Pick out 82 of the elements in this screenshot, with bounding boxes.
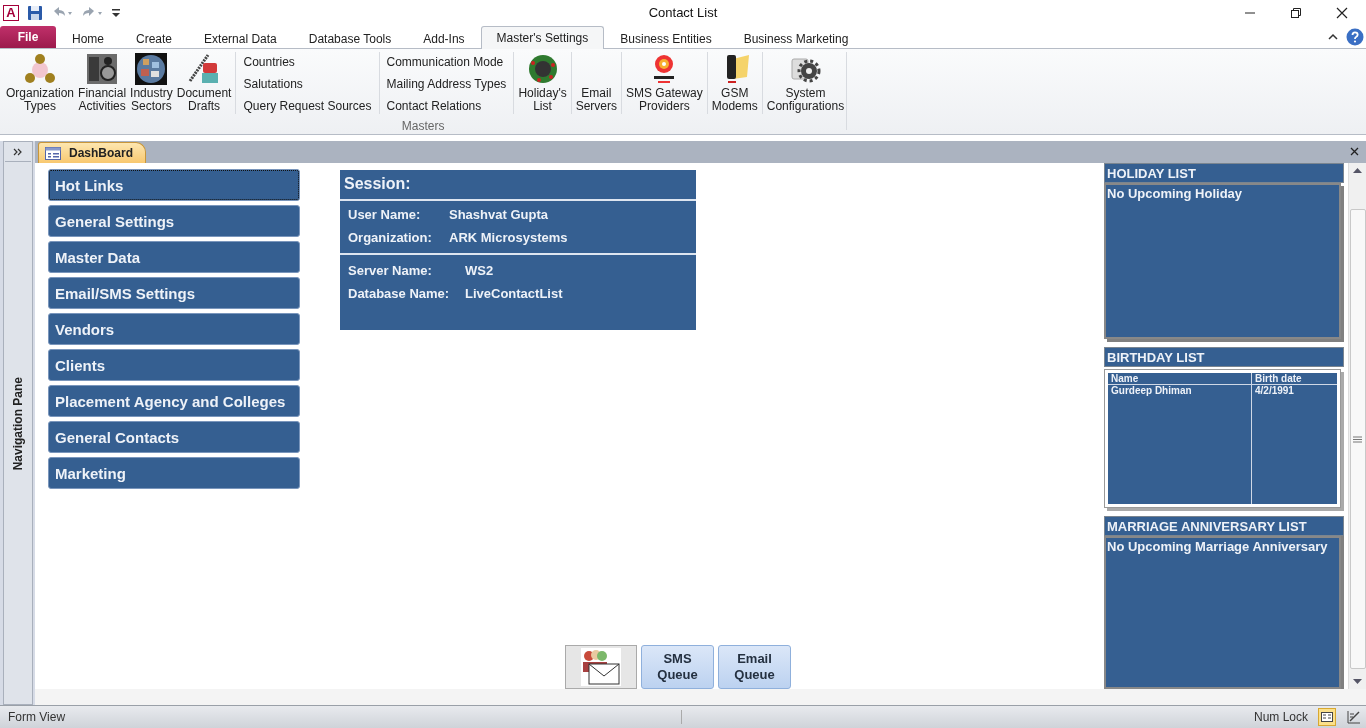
customize-icon[interactable] [111,6,121,19]
ribbon-button[interactable]: Holiday's List [516,49,569,117]
ribbon-button[interactable]: Salutations [243,73,372,95]
nav-button[interactable]: Marketing [48,457,300,489]
minimize-ribbon-icon[interactable] [1328,33,1338,41]
globe-collage-icon [135,53,168,85]
ribbon-button[interactable]: Mailing Address Types [386,73,507,95]
design-view-icon[interactable] [1346,709,1362,725]
empty-message: No Upcoming Marriage Anniversary [1107,539,1328,554]
field-label: Server Name: [348,263,433,278]
ribbon-tab[interactable]: Database Tools [292,27,408,49]
restore-icon[interactable] [1290,6,1302,19]
ribbon-button[interactable]: Document Drafts [174,49,234,117]
ribbon-tab[interactable]: External Data [188,27,293,49]
nav-button[interactable]: General Contacts [48,421,300,453]
save-icon[interactable] [27,4,43,21]
field-value: Shashvat Gupta [449,207,548,222]
ribbon-button[interactable]: Industry Sectors [128,49,175,117]
ribbon-button[interactable]: GSM Modems [709,49,760,117]
nav-button[interactable]: General Settings [48,205,300,237]
ribbon-button[interactable]: Countries [243,51,372,73]
ribbon-button[interactable]: SMS Gateway Providers [624,49,705,117]
nav-button[interactable]: Hot Links [48,169,300,201]
table-cell: Gurdeep Dhiman [1108,385,1252,396]
table-cell-text: 4/2/1991 [1254,385,1295,396]
ribbon-tab[interactable]: Create [120,27,189,49]
empty-message: No Upcoming Holiday [1107,186,1243,201]
form-icon [45,146,61,160]
help-icon[interactable] [1346,28,1364,46]
ribbon-button[interactable]: Query Request Sources [243,95,372,117]
field-label: Database Name: [348,286,451,301]
ribbon-tab[interactable]: Home [56,27,120,49]
list-title: MARRIAGE ANNIVERSARY LIST [1104,516,1344,536]
app-logo: A [3,4,19,21]
nav-button[interactable]: Placement Agency and Colleges [48,385,300,417]
column-header: Birth date [1254,373,1303,384]
ribbon-tab[interactable]: Business Marketing [727,27,865,49]
wreath-icon [526,53,559,85]
nav-button[interactable]: Clients [48,349,300,381]
field-label: User Name: [348,207,422,222]
people-envelope-icon [581,648,621,686]
navigation-pane-label[interactable]: Navigation Pane [11,377,25,471]
ribbon-button[interactable]: Email Servers [573,49,620,117]
close-icon[interactable] [1336,6,1348,19]
nav-button[interactable]: Email/SMS Settings [48,277,300,309]
stamp-icon [188,53,221,85]
file-tab[interactable]: File [0,26,56,48]
session-title: Session: [340,170,696,201]
list-title: HOLIDAY LIST [1104,163,1344,183]
status-text: Form View [0,710,682,724]
form-view-icon[interactable] [1318,708,1336,726]
field-value: LiveContactList [465,286,563,301]
messages-button[interactable] [565,645,637,689]
nav-button[interactable]: Vendors [48,313,300,345]
ribbon-button[interactable]: Financial Activities [76,49,129,117]
ribbon-button[interactable]: System Configurations [764,49,847,117]
ribbon-button[interactable]: Organization Types [4,49,77,117]
document-tab[interactable]: DashBoard [38,142,146,163]
nav-button[interactable]: Master Data [48,241,300,273]
organization-icon [24,53,56,85]
double-chevron-icon [13,147,23,156]
queue-button[interactable]: Email Queue [718,645,791,689]
group-label: Masters [400,118,446,133]
list-title: BIRTHDAY LIST [1104,347,1344,367]
field-value: WS2 [465,263,494,278]
window-title: Contact List [648,5,718,20]
machine-icon [86,53,119,85]
ribbon-tab[interactable]: Business Entities [604,27,728,49]
grip-icon [1353,435,1362,443]
column-header: Name [1108,373,1252,384]
ribbon-button[interactable]: Contact Relations [386,95,507,117]
ribbon-tab[interactable]: Master's Settings [480,26,605,49]
close-icon[interactable] [1350,147,1359,156]
field-value: ARK Microsystems [449,230,568,245]
scroll-thumb[interactable] [1349,209,1366,669]
field-label: Organization: [348,230,433,245]
ribbon-tab[interactable]: Add-Ins [407,27,481,49]
vertical-scrollbar[interactable] [1348,163,1366,689]
tab-label: DashBoard [69,146,133,160]
ribbon-button[interactable]: Communication Mode [386,51,507,73]
queue-button[interactable]: SMS Queue [641,645,714,689]
status-text: Num Lock [1253,710,1308,724]
